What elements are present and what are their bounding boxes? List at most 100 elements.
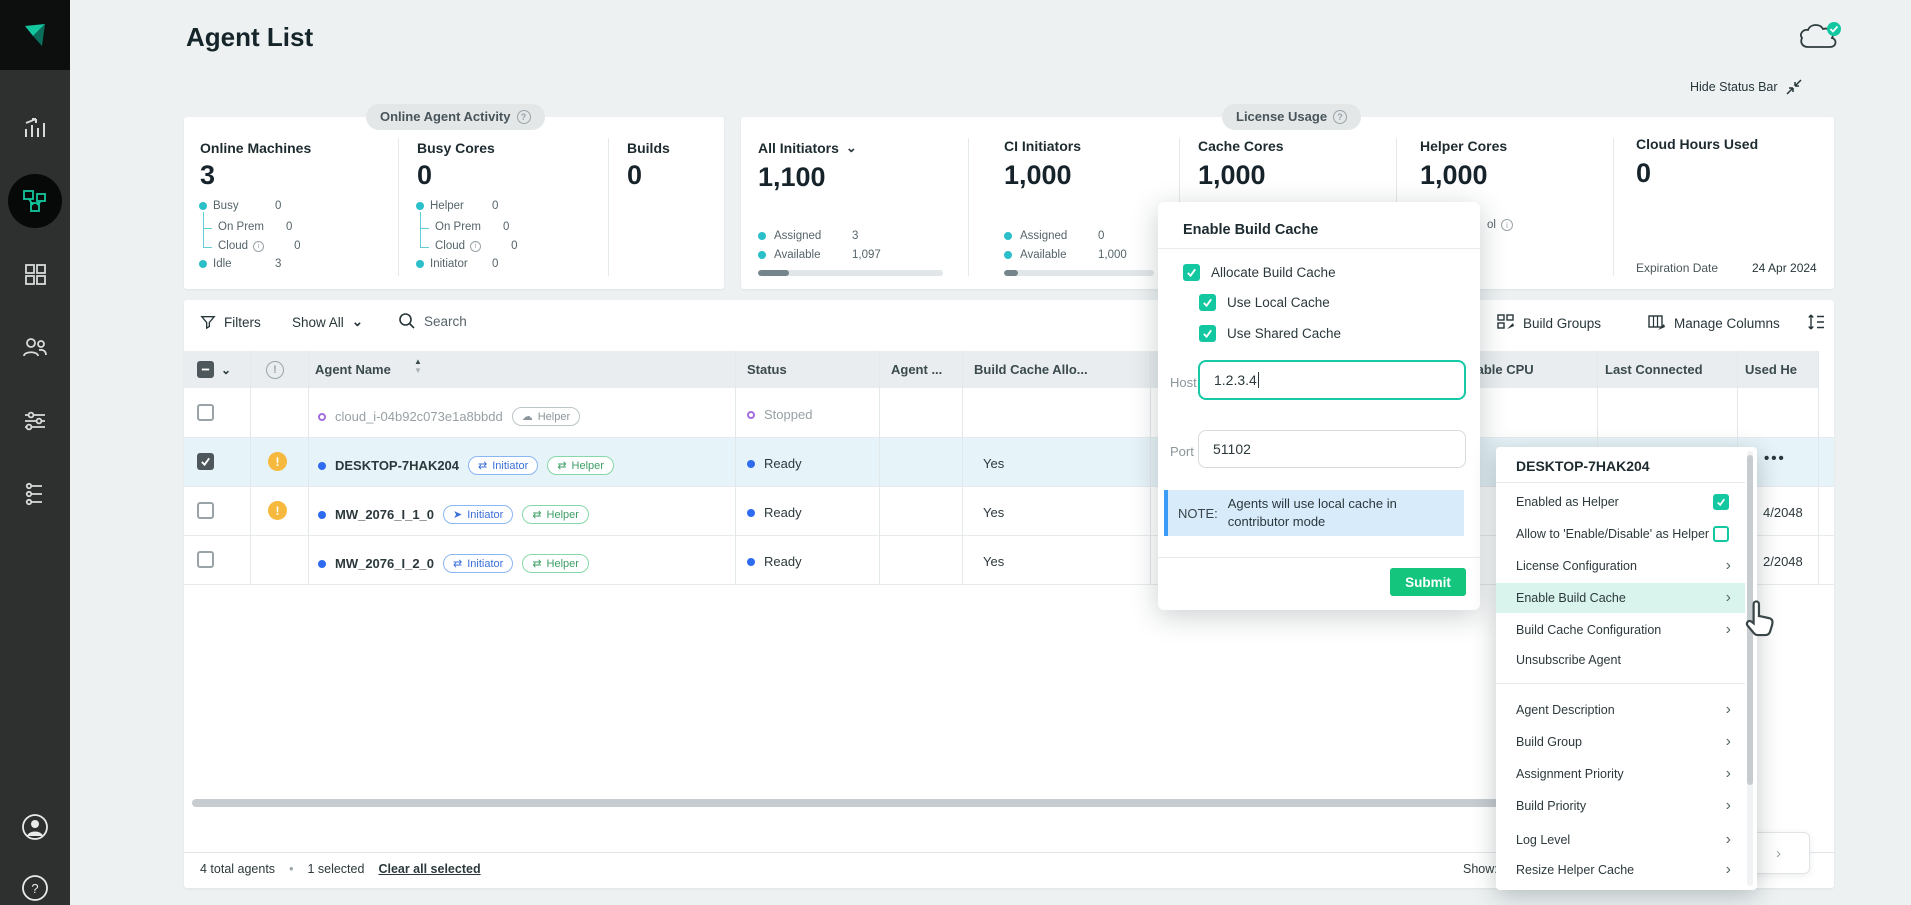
row-more-button[interactable]: •••: [1764, 450, 1786, 467]
next-page-button[interactable]: ›: [1776, 845, 1781, 862]
agent-dot: [318, 560, 326, 568]
host-input[interactable]: 1.2.3.4: [1198, 360, 1466, 400]
use-shared-cache-checkbox[interactable]: Use Shared Cache: [1199, 325, 1341, 342]
menu-item-build-priority[interactable]: Build Priority ›: [1496, 791, 1745, 821]
search-input[interactable]: Search: [398, 312, 467, 330]
row-checkbox[interactable]: [197, 551, 214, 573]
sort-icon[interactable]: ▲ ▼: [414, 357, 422, 375]
modal-title: Enable Build Cache: [1183, 222, 1318, 238]
all-initiators-selector[interactable]: All Initiators ⌄: [758, 140, 857, 156]
chevron-right-icon: ›: [1726, 831, 1731, 849]
ci-initiators-value: 1,000: [1004, 160, 1072, 191]
on-prem-label: On Prem: [435, 221, 503, 233]
build-groups-button[interactable]: Build Groups: [1497, 314, 1601, 332]
show-all-dropdown[interactable]: Show All ⌄: [292, 314, 363, 330]
clear-all-selected-link[interactable]: Clear all selected: [378, 862, 480, 876]
initiator-dot: [416, 260, 424, 268]
horizontal-scrollbar[interactable]: [192, 799, 1508, 807]
note-text: Agents will use local cache in contribut…: [1228, 495, 1443, 530]
column-header-used-helper[interactable]: Used He: [1745, 362, 1815, 377]
allocate-build-cache-checkbox[interactable]: Allocate Build Cache: [1183, 264, 1336, 281]
menu-item-unsubscribe-agent[interactable]: Unsubscribe Agent: [1496, 645, 1745, 675]
warning-column-header-icon: !: [266, 360, 284, 379]
menu-item-allow-enable-disable[interactable]: Allow to 'Enable/Disable' as Helper: [1496, 519, 1745, 549]
row-checkbox[interactable]: [197, 404, 214, 426]
menu-item-log-level[interactable]: Log Level ›: [1496, 825, 1745, 855]
chevron-right-icon: ›: [1726, 701, 1731, 719]
sidebar-item-users[interactable]: [0, 324, 70, 370]
helper-cores-clipped-label: ol i: [1487, 219, 1513, 231]
column-header-build-cache[interactable]: Build Cache Allo...: [974, 362, 1088, 377]
warning-icon[interactable]: !: [268, 501, 287, 520]
build-groups-icon: [1497, 314, 1515, 332]
menu-item-label: Log Level: [1516, 833, 1726, 847]
sidebar-item-help[interactable]: ?: [0, 865, 70, 905]
sidebar-item-settings[interactable]: [0, 398, 70, 444]
sidebar-item-agents-active[interactable]: [8, 174, 62, 228]
info-icon[interactable]: ?: [1333, 110, 1347, 124]
online-agent-activity-label: Online Agent Activity: [380, 104, 511, 130]
cloud-value: 0: [511, 240, 517, 252]
info-icon[interactable]: ?: [517, 110, 531, 124]
idle-value: 3: [275, 258, 281, 270]
agent-name-cell[interactable]: cloud_i-04b92c073e1a8bbdd ☁Helper: [318, 407, 580, 426]
idle-label: Idle: [213, 258, 275, 270]
menu-item-resize-helper-cache[interactable]: Resize Helper Cache ›: [1496, 855, 1745, 885]
agent-name-cell[interactable]: DESKTOP-7HAK204 ⇄Initiator ⇄Helper: [318, 456, 614, 475]
menu-item-enable-build-cache[interactable]: Enable Build Cache ›: [1496, 583, 1745, 613]
expiration-date-value: 24 Apr 2024: [1752, 261, 1817, 275]
column-header-status[interactable]: Status: [747, 362, 787, 377]
cloud-status-button[interactable]: [1796, 20, 1844, 56]
warning-icon[interactable]: !: [268, 452, 287, 471]
sidebar-item-profile[interactable]: [0, 804, 70, 850]
checked-checkbox-icon[interactable]: [1713, 494, 1729, 510]
manage-columns-button[interactable]: Manage Columns: [1648, 314, 1780, 332]
status-cell: Ready: [747, 505, 802, 520]
menu-item-agent-description[interactable]: Agent Description ›: [1496, 695, 1745, 725]
info-icon[interactable]: i: [470, 241, 481, 252]
row-checkbox[interactable]: [197, 453, 214, 472]
chevron-right-icon: ›: [1726, 797, 1731, 815]
filters-button[interactable]: Filters: [200, 314, 261, 330]
brand-logo[interactable]: [0, 0, 70, 70]
sync-icon: ⇄: [532, 508, 541, 521]
chevron-down-icon[interactable]: ⌄: [221, 363, 231, 377]
filters-label: Filters: [224, 315, 261, 330]
row-density-button[interactable]: [1806, 312, 1826, 332]
agent-name-cell[interactable]: MW_2076_I_1_0 ➤Initiator ⇄Helper: [318, 505, 589, 524]
submit-button[interactable]: Submit: [1390, 568, 1466, 596]
menu-item-assignment-priority[interactable]: Assignment Priority ›: [1496, 759, 1745, 789]
menu-item-build-cache-configuration[interactable]: Build Cache Configuration ›: [1496, 615, 1745, 645]
info-icon[interactable]: i: [1501, 219, 1513, 231]
assigned-dot: [758, 232, 766, 240]
column-header-agent-name[interactable]: Agent Name: [315, 362, 391, 377]
initiator-value: 0: [492, 258, 498, 270]
sidebar-item-pipeline[interactable]: [0, 471, 70, 517]
cloud-value: 0: [294, 240, 300, 252]
port-input[interactable]: 51102: [1198, 430, 1466, 468]
pipeline-icon: [22, 481, 48, 507]
menu-item-enabled-as-helper[interactable]: Enabled as Helper: [1496, 487, 1745, 517]
agent-name-cell[interactable]: MW_2076_I_2_0 ⇄Initiator ⇄Helper: [318, 554, 589, 573]
badge-label: Helper: [547, 558, 579, 570]
chevron-right-icon: ›: [1726, 765, 1731, 783]
row-checkbox[interactable]: [197, 502, 214, 524]
column-header-agent[interactable]: Agent ...: [891, 362, 942, 377]
note-box: NOTE: Agents will use local cache in con…: [1164, 490, 1464, 536]
menu-item-license-configuration[interactable]: License Configuration ›: [1496, 551, 1745, 581]
table-footer: 4 total agents • 1 selected Clear all se…: [200, 862, 481, 876]
column-header-last-connected[interactable]: Last Connected: [1605, 362, 1703, 377]
sidebar-item-builds[interactable]: [0, 251, 70, 297]
hide-status-bar-toggle[interactable]: Hide Status Bar: [1690, 79, 1802, 95]
divider: [608, 138, 609, 276]
sidebar-item-dashboard[interactable]: [0, 105, 70, 151]
unchecked-checkbox-icon[interactable]: [1713, 526, 1729, 542]
info-icon[interactable]: i: [253, 241, 264, 252]
divider: [184, 437, 1834, 438]
select-all-checkbox[interactable]: ⌄: [197, 361, 231, 378]
use-local-cache-checkbox[interactable]: Use Local Cache: [1199, 294, 1330, 311]
cloud-label: Cloud: [435, 240, 465, 252]
menu-item-build-group[interactable]: Build Group ›: [1496, 727, 1745, 757]
divider: [962, 351, 963, 584]
status-cell: Stopped: [747, 407, 812, 422]
